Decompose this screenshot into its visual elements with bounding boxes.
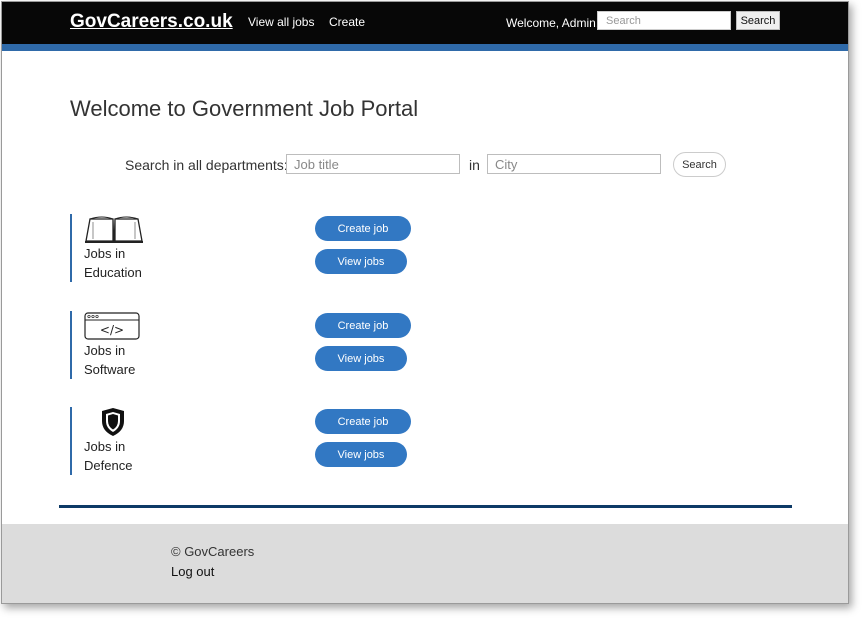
logout-link[interactable]: Log out (171, 564, 214, 579)
category-label-line1: Jobs in (84, 439, 126, 454)
nav-view-all-jobs[interactable]: View all jobs (248, 15, 314, 29)
copyright-text: © GovCareers (171, 544, 255, 559)
create-job-button-software[interactable]: Create job (315, 313, 411, 338)
browser-page: GovCareers.co.uk View all jobs Create We… (1, 1, 849, 604)
category-label: Jobs in Software (84, 341, 174, 379)
main-search-button[interactable]: Search (673, 152, 726, 177)
page-title: Welcome to Government Job Portal (70, 96, 419, 121)
job-title-input[interactable] (286, 154, 460, 174)
in-label: in (469, 157, 480, 173)
category-label-line2: Software (84, 362, 136, 377)
category-label: Jobs in Education (84, 244, 174, 282)
brand-link[interactable]: GovCareers.co.uk (70, 11, 233, 33)
view-jobs-button-defence[interactable]: View jobs (315, 442, 407, 467)
category-label-line1: Jobs in (84, 246, 126, 261)
header-search-button[interactable]: Search (736, 11, 780, 30)
header-accent-bar (2, 44, 848, 51)
svg-text:</>: </> (100, 323, 124, 337)
category-label-line2: Defence (84, 458, 133, 473)
create-job-button-education[interactable]: Create job (315, 216, 411, 241)
category-label-line1: Jobs in (84, 343, 126, 358)
footer: © GovCareers Log out (2, 524, 848, 603)
nav-create[interactable]: Create (329, 15, 365, 29)
create-job-button-defence[interactable]: Create job (315, 409, 411, 434)
category-label: Jobs in Defence (84, 437, 174, 475)
category-label-line2: Education (84, 265, 142, 280)
city-input[interactable] (487, 154, 661, 174)
search-departments-label: Search in all departments: (125, 157, 288, 173)
category-education: Jobs in Education (70, 214, 272, 282)
view-jobs-button-software[interactable]: View jobs (315, 346, 407, 371)
welcome-text: Welcome, Admin! (506, 16, 600, 30)
view-jobs-button-education[interactable]: View jobs (315, 249, 407, 274)
category-defence: Jobs in Defence (70, 407, 272, 475)
footer-divider (59, 505, 792, 508)
category-software: </> Jobs in Software (70, 311, 272, 379)
header-search-input[interactable] (597, 11, 731, 30)
top-navbar: GovCareers.co.uk View all jobs Create We… (2, 2, 848, 51)
